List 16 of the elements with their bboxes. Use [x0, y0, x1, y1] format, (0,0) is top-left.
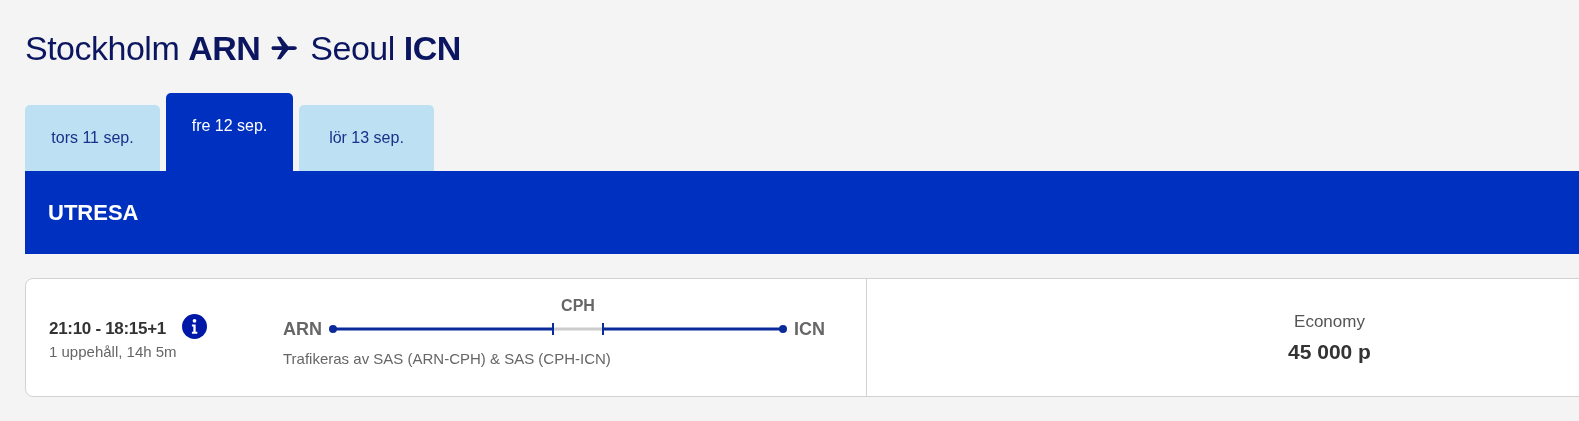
fare-price: 45 000 p: [1288, 339, 1371, 364]
fare-class: Economy: [1294, 311, 1365, 332]
operator-text: Trafikeras av SAS (ARN-CPH) & SAS (CPH-ICN): [283, 349, 612, 367]
section-title: UTRESA: [48, 199, 139, 226]
origin-city: Stockholm ARN: [25, 28, 261, 68]
date-tab[interactable]: fre 12 sep.: [166, 93, 293, 171]
airport-code: ICN: [794, 318, 825, 340]
flight-summary: 1 uppehåll, 14h 5m: [49, 343, 178, 360]
info-icon[interactable]: [181, 313, 207, 339]
airport-code: ARN: [283, 318, 322, 340]
flight-times: 21:10 - 18:15+1: [49, 319, 166, 339]
destination-city: Seoul ICN: [310, 28, 461, 68]
stopover-code: CPH: [561, 297, 595, 315]
date-tab[interactable]: tors 11 sep.: [25, 105, 160, 171]
flight-card[interactable]: 21:10 - 18:15+1 1 uppehåll, 14h 5m ARN CPH ICN Trafikeras av SAS (ARN-CPH) & SAS (CPH-ICN) Economy 45 000 p: [25, 278, 1579, 397]
date-tab[interactable]: lör 13 sep.: [299, 105, 434, 171]
